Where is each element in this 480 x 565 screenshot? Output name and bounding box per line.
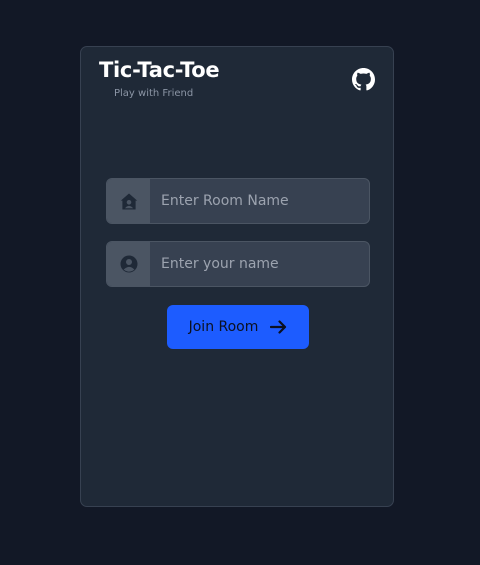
player-name-field [106, 241, 370, 287]
house-user-icon [120, 193, 137, 209]
join-room-label: Join Room [188, 319, 259, 335]
user-icon-box [107, 242, 150, 286]
user-circle-icon [120, 255, 137, 273]
join-room-button[interactable]: Join Room [167, 305, 309, 349]
app-subtitle: Play with Friend [114, 88, 194, 99]
join-card: Tic-Tac-Toe Play with Friend Join Room [80, 46, 394, 507]
arrow-right-icon [270, 320, 287, 334]
room-icon-box [107, 179, 150, 223]
room-name-field [106, 178, 370, 224]
github-icon[interactable] [352, 68, 375, 91]
room-name-input[interactable] [150, 179, 369, 223]
app-title: Tic-Tac-Toe [99, 58, 220, 82]
player-name-input[interactable] [150, 242, 369, 286]
